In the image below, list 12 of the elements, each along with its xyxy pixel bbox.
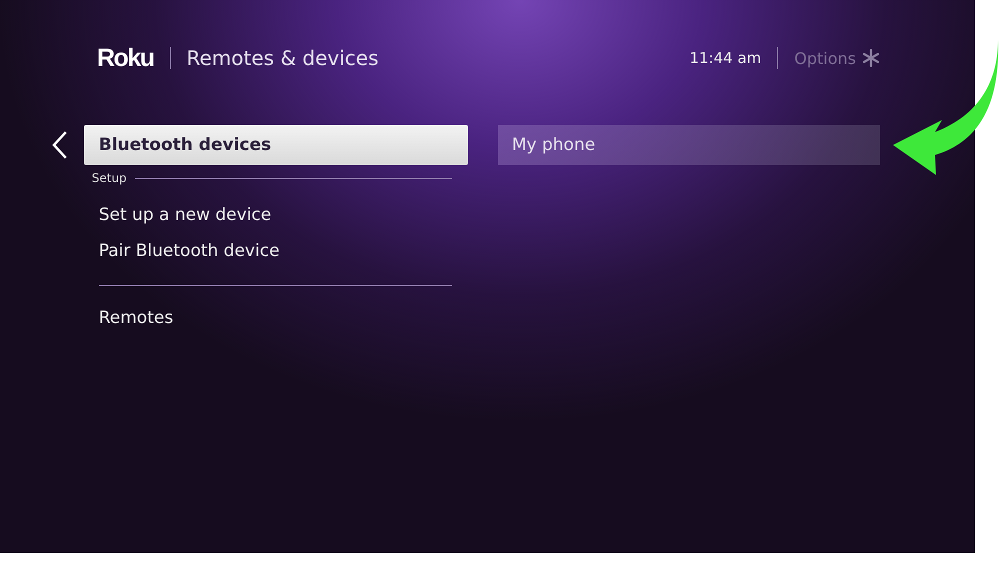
asterisk-icon xyxy=(862,49,880,67)
menu-item[interactable]: Pair Bluetooth device xyxy=(84,233,468,269)
menu-item[interactable]: Bluetooth devices xyxy=(84,125,468,165)
menu-item[interactable]: Set up a new device xyxy=(84,197,468,233)
section-label: Setup xyxy=(92,171,127,185)
device-item[interactable]: My phone xyxy=(498,125,880,165)
menu-item[interactable]: Remotes xyxy=(84,300,468,336)
back-chevron-icon[interactable] xyxy=(51,130,69,160)
clock-time: 11:44 am xyxy=(689,49,762,67)
options-label: Options xyxy=(794,48,856,68)
screen-title: Remotes & devices xyxy=(186,46,379,70)
roku-logo: Roku xyxy=(97,44,154,72)
